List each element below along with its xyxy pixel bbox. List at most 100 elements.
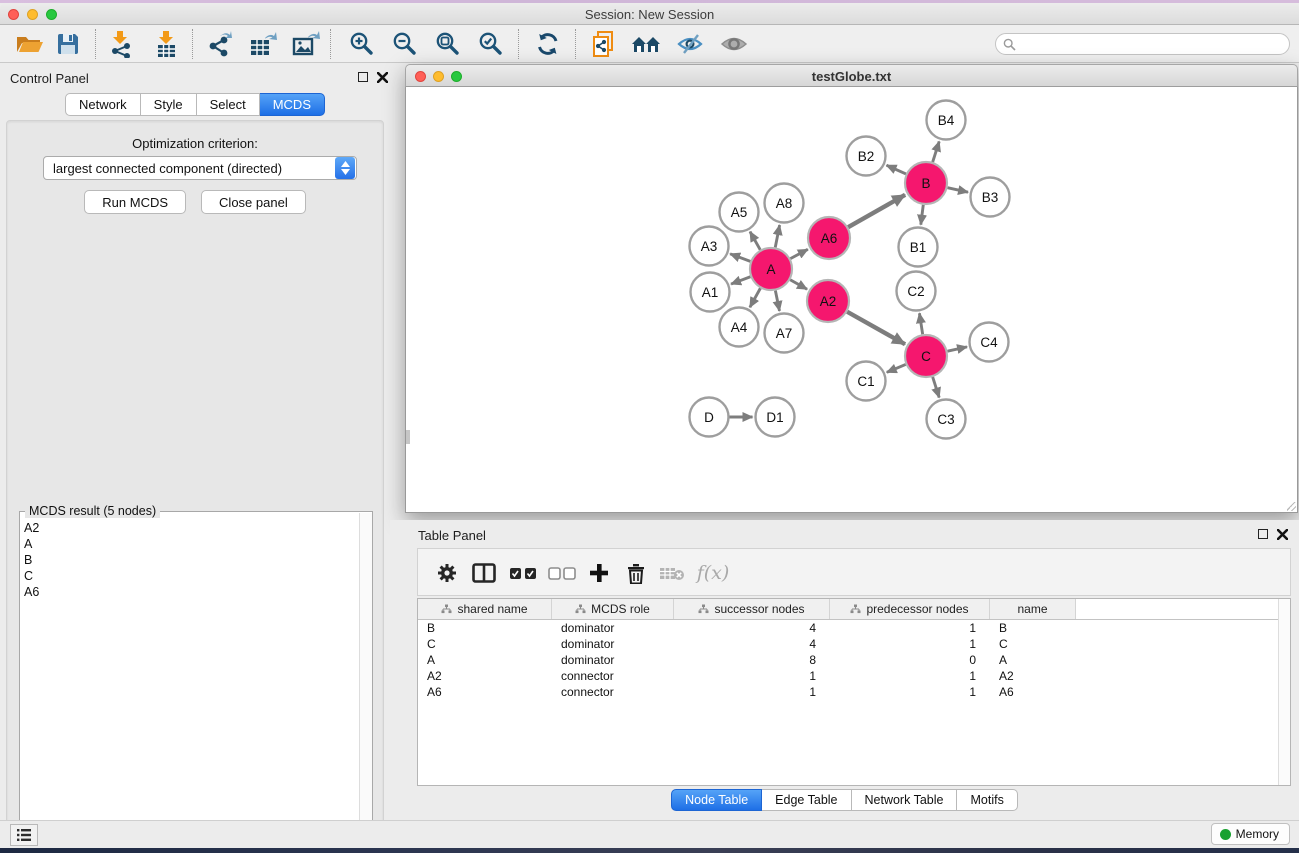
graph-node-B3[interactable]: B3 xyxy=(971,178,1010,217)
close-panel-icon[interactable] xyxy=(377,72,388,83)
import-network-button[interactable] xyxy=(103,28,139,60)
tab-edge-table[interactable]: Edge Table xyxy=(762,789,851,811)
table-row[interactable]: Cdominator41C xyxy=(418,636,1290,652)
table-row[interactable]: Bdominator41B xyxy=(418,620,1290,636)
hide-details-button[interactable] xyxy=(672,28,708,60)
graph-edge-A-A5[interactable] xyxy=(750,232,760,250)
graph-edge-B-B4[interactable] xyxy=(933,141,940,162)
graph-node-C4[interactable]: C4 xyxy=(970,323,1009,362)
zoom-in-button[interactable] xyxy=(344,28,380,60)
close-table-panel-icon[interactable] xyxy=(1277,529,1288,540)
tab-style[interactable]: Style xyxy=(141,93,197,116)
graph-node-A3[interactable]: A3 xyxy=(690,227,729,266)
column-header-name[interactable]: name xyxy=(990,599,1076,619)
export-network-button[interactable] xyxy=(202,28,238,60)
graph-edge-C-C3[interactable] xyxy=(933,377,940,398)
graph-edge-B-B2[interactable] xyxy=(887,165,906,174)
tab-node-table[interactable]: Node Table xyxy=(671,789,762,811)
open-session-button[interactable] xyxy=(12,28,48,60)
graph-node-A7[interactable]: A7 xyxy=(765,314,804,353)
tab-select[interactable]: Select xyxy=(197,93,260,116)
graph-node-B4[interactable]: B4 xyxy=(927,101,966,140)
save-session-button[interactable] xyxy=(50,28,86,60)
table-row[interactable]: A6connector11A6 xyxy=(418,684,1290,700)
graph-node-D1[interactable]: D1 xyxy=(756,398,795,437)
table-row[interactable]: Adominator80A xyxy=(418,652,1290,668)
mcds-result-item[interactable]: C xyxy=(24,568,358,584)
run-mcds-button[interactable]: Run MCDS xyxy=(84,190,186,214)
graph-edge-A-A2[interactable] xyxy=(790,280,807,289)
node-table[interactable]: shared nameMCDS rolesuccessor nodesprede… xyxy=(417,598,1291,786)
result-scrollbar[interactable] xyxy=(359,513,372,853)
graph-node-A1[interactable]: A1 xyxy=(691,273,730,312)
graph-node-B[interactable]: B xyxy=(905,162,947,204)
mcds-result-item[interactable]: A2 xyxy=(24,520,358,536)
graph-edge-A-A6[interactable] xyxy=(790,249,807,258)
table-settings-button[interactable] xyxy=(430,558,464,588)
split-panel-button[interactable] xyxy=(467,558,501,588)
canvas-scroll-thumb[interactable] xyxy=(406,430,410,444)
graph-node-A8[interactable]: A8 xyxy=(765,184,804,223)
window-resize-grip[interactable] xyxy=(1287,502,1296,511)
zoom-selected-button[interactable] xyxy=(473,28,509,60)
graph-node-C3[interactable]: C3 xyxy=(927,400,966,439)
graph-node-A[interactable]: A xyxy=(750,248,792,290)
mcds-result-item[interactable]: A6 xyxy=(24,584,358,600)
graph-node-A2[interactable]: A2 xyxy=(807,280,849,322)
zoom-fit-button[interactable] xyxy=(430,28,466,60)
graph-edge-A-A4[interactable] xyxy=(750,288,761,307)
graph-edge-A6-B[interactable] xyxy=(848,195,905,227)
column-header-successor-nodes[interactable]: successor nodes xyxy=(674,599,830,619)
delete-button[interactable] xyxy=(619,558,653,588)
optimization-criterion-select[interactable]: largest connected component (directed) xyxy=(43,156,357,180)
graph-edge-A-A1[interactable] xyxy=(731,277,750,284)
graph-node-A5[interactable]: A5 xyxy=(720,193,759,232)
graph-node-C2[interactable]: C2 xyxy=(897,272,936,311)
export-table-button[interactable] xyxy=(245,28,281,60)
graph-node-A4[interactable]: A4 xyxy=(720,308,759,347)
network-overview-button[interactable] xyxy=(586,28,622,60)
graph-edge-A-A8[interactable] xyxy=(775,225,779,247)
graph-edge-C-C4[interactable] xyxy=(947,347,967,351)
select-all-button[interactable] xyxy=(506,558,540,588)
show-panels-button[interactable] xyxy=(10,824,38,846)
tab-network-table[interactable]: Network Table xyxy=(852,789,958,811)
show-graphics-button[interactable] xyxy=(716,28,752,60)
column-header-shared-name[interactable]: shared name xyxy=(418,599,552,619)
memory-button[interactable]: Memory xyxy=(1211,823,1290,845)
graph-node-D[interactable]: D xyxy=(690,398,729,437)
graph-node-C[interactable]: C xyxy=(905,335,947,377)
column-header-MCDS-role[interactable]: MCDS role xyxy=(552,599,674,619)
table-scrollbar[interactable] xyxy=(1278,599,1290,785)
float-table-panel-icon[interactable] xyxy=(1258,529,1268,539)
tab-mcds[interactable]: MCDS xyxy=(260,93,325,116)
export-image-button[interactable] xyxy=(288,28,324,60)
tab-network[interactable]: Network xyxy=(65,93,141,116)
zoom-out-button[interactable] xyxy=(387,28,423,60)
mcds-result-item[interactable]: A xyxy=(24,536,358,552)
mcds-result-item[interactable]: B xyxy=(24,552,358,568)
float-panel-icon[interactable] xyxy=(358,72,368,82)
tab-motifs[interactable]: Motifs xyxy=(957,789,1017,811)
network-canvas[interactable]: B4 B2 B B3 A8A5 A6 A3 B1 A A1 C2 A2 A4A7 C4 C C1 C3 D D1 xyxy=(405,87,1298,513)
refresh-button[interactable] xyxy=(530,28,566,60)
graph-node-B1[interactable]: B1 xyxy=(899,228,938,267)
import-table-button[interactable] xyxy=(148,28,184,60)
graph-edge-C-C2[interactable] xyxy=(919,313,922,334)
home-button[interactable] xyxy=(628,28,664,60)
graph-edge-A2-C[interactable] xyxy=(847,312,905,344)
deselect-all-button[interactable] xyxy=(545,558,579,588)
graph-edge-A-A7[interactable] xyxy=(775,291,779,311)
graph-edge-B-B1[interactable] xyxy=(921,205,923,225)
column-header-predecessor-nodes[interactable]: predecessor nodes xyxy=(830,599,990,619)
graph-edge-C-C1[interactable] xyxy=(887,364,906,372)
graph-edge-A-A3[interactable] xyxy=(730,254,750,262)
search-input[interactable] xyxy=(1020,37,1289,51)
graph-node-C1[interactable]: C1 xyxy=(847,362,886,401)
graph-node-A6[interactable]: A6 xyxy=(808,217,850,259)
table-row[interactable]: A2connector11A2 xyxy=(418,668,1290,684)
graph-node-B2[interactable]: B2 xyxy=(847,137,886,176)
graph-edge-B-B3[interactable] xyxy=(947,188,968,192)
close-panel-button[interactable]: Close panel xyxy=(201,190,306,214)
add-column-button[interactable] xyxy=(582,558,616,588)
